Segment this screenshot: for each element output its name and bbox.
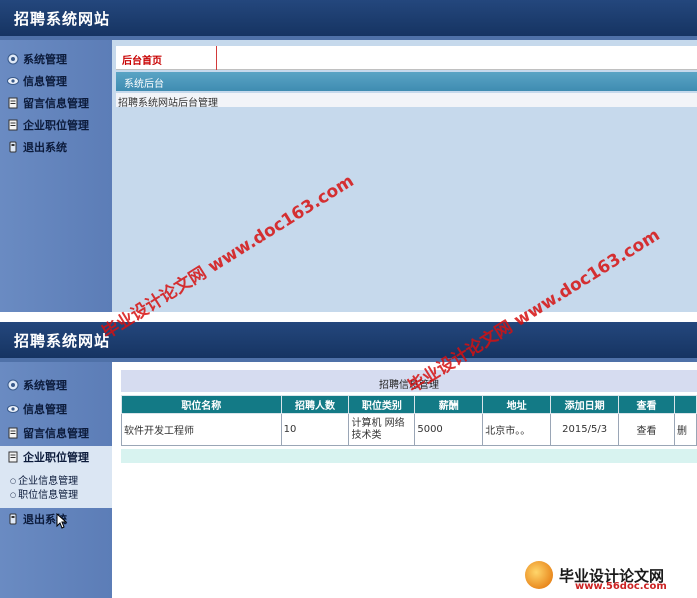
- menu-item-system[interactable]: 系统管理: [6, 50, 67, 68]
- menu-item-jobs[interactable]: 企业职位管理: [6, 448, 89, 466]
- menu-label-logout: 退出系统: [23, 141, 67, 154]
- col-header-salary: 薪酬: [414, 395, 484, 414]
- col-header-delete: [673, 395, 697, 414]
- exit-icon: [6, 141, 19, 154]
- submenu-job-info[interactable]: 职位信息管理: [10, 486, 78, 501]
- cell-job-name: 软件开发工程师: [121, 413, 282, 446]
- document-icon: [6, 119, 19, 132]
- delete-link[interactable]: 删: [673, 413, 697, 446]
- cell-salary: 5000: [414, 413, 484, 446]
- cell-category: 计算机 网络 技术类: [348, 413, 416, 446]
- menu-item-system[interactable]: 系统管理: [6, 376, 67, 394]
- menu-item-messages[interactable]: 留言信息管理: [6, 424, 89, 442]
- job-table: 职位名称 招聘人数 职位类别 薪酬 地址 添加日期 查看 软件开发工程师 10 …: [121, 395, 697, 446]
- menu-item-logout[interactable]: 退出系统: [6, 138, 67, 156]
- col-header-view: 查看: [618, 395, 675, 414]
- menu-item-info[interactable]: 信息管理: [6, 400, 67, 418]
- sidebar: 系统管理 信息管理 留言信息管理 企业职位管理 企业信息管理 职位信息管理: [0, 362, 112, 598]
- submenu-company-info[interactable]: 企业信息管理: [10, 472, 78, 487]
- header-bar: 招聘系统网站: [0, 0, 697, 36]
- eye-icon: [6, 403, 19, 416]
- job-management-screenshot: 招聘系统网站 系统管理 信息管理 留言信息管理 企业职位管理 ○ 企业信息管理 …: [0, 322, 697, 598]
- menu-label-messages: 留言信息管理: [23, 97, 89, 110]
- exit-icon: [6, 513, 19, 526]
- menu-item-jobs[interactable]: 企业职位管理: [6, 116, 89, 134]
- document-icon: [6, 97, 19, 110]
- gear-icon: [6, 379, 19, 392]
- site-title: 招聘系统网站: [14, 10, 111, 28]
- sidebar: 系统管理 信息管理 留言信息管理 企业职位管理 退出系统: [0, 40, 112, 312]
- col-header-headcount: 招聘人数: [280, 395, 350, 414]
- col-header-job-name: 职位名称: [121, 395, 282, 414]
- section-title: 招聘信息管理: [121, 370, 697, 392]
- cell-headcount: 10: [280, 413, 350, 446]
- col-header-address: 地址: [482, 395, 552, 414]
- menu-label-info: 信息管理: [23, 403, 67, 416]
- col-header-date: 添加日期: [550, 395, 620, 414]
- admin-home-screenshot: 招聘系统网站 系统管理 信息管理 留言信息管理 企业职位管理 退出系统 后台首页…: [0, 0, 697, 312]
- menu-item-info[interactable]: 信息管理: [6, 72, 67, 90]
- menu-label-jobs: 企业职位管理: [23, 119, 89, 132]
- menu-label-system: 系统管理: [23, 379, 67, 392]
- gear-icon: [6, 53, 19, 66]
- menu-item-messages[interactable]: 留言信息管理: [6, 94, 89, 112]
- menu-label-jobs: 企业职位管理: [23, 451, 89, 464]
- document-icon: [6, 427, 19, 440]
- breadcrumb: 系统后台: [116, 72, 697, 91]
- header-bar: 招聘系统网站: [0, 322, 697, 358]
- menu-label-info: 信息管理: [23, 75, 67, 88]
- eye-icon: [6, 75, 19, 88]
- table-footer-bar: [121, 449, 697, 463]
- col-header-category: 职位类别: [348, 395, 416, 414]
- tab-home[interactable]: 后台首页: [118, 46, 217, 70]
- document-icon: [6, 451, 19, 464]
- cell-address: 北京市。。: [482, 413, 552, 446]
- menu-label-system: 系统管理: [23, 53, 67, 66]
- menu-label-messages: 留言信息管理: [23, 427, 89, 440]
- cell-date: 2015/5/3: [550, 413, 620, 446]
- view-link[interactable]: 查看: [618, 413, 675, 446]
- page-description: 招聘系统网站后台管理: [116, 93, 697, 109]
- main-content: 招聘信息管理 职位名称 招聘人数 职位类别 薪酬 地址 添加日期 查看 软件开发…: [112, 362, 697, 598]
- tab-bar: 后台首页: [116, 46, 697, 70]
- table-row: 软件开发工程师 10 计算机 网络 技术类 5000 北京市。。 2015/5/…: [121, 413, 697, 446]
- site-title: 招聘系统网站: [14, 332, 111, 350]
- main-content: 后台首页 系统后台 招聘系统网站后台管理: [112, 40, 697, 312]
- table-header-row: 职位名称 招聘人数 职位类别 薪酬 地址 添加日期 查看: [121, 395, 697, 414]
